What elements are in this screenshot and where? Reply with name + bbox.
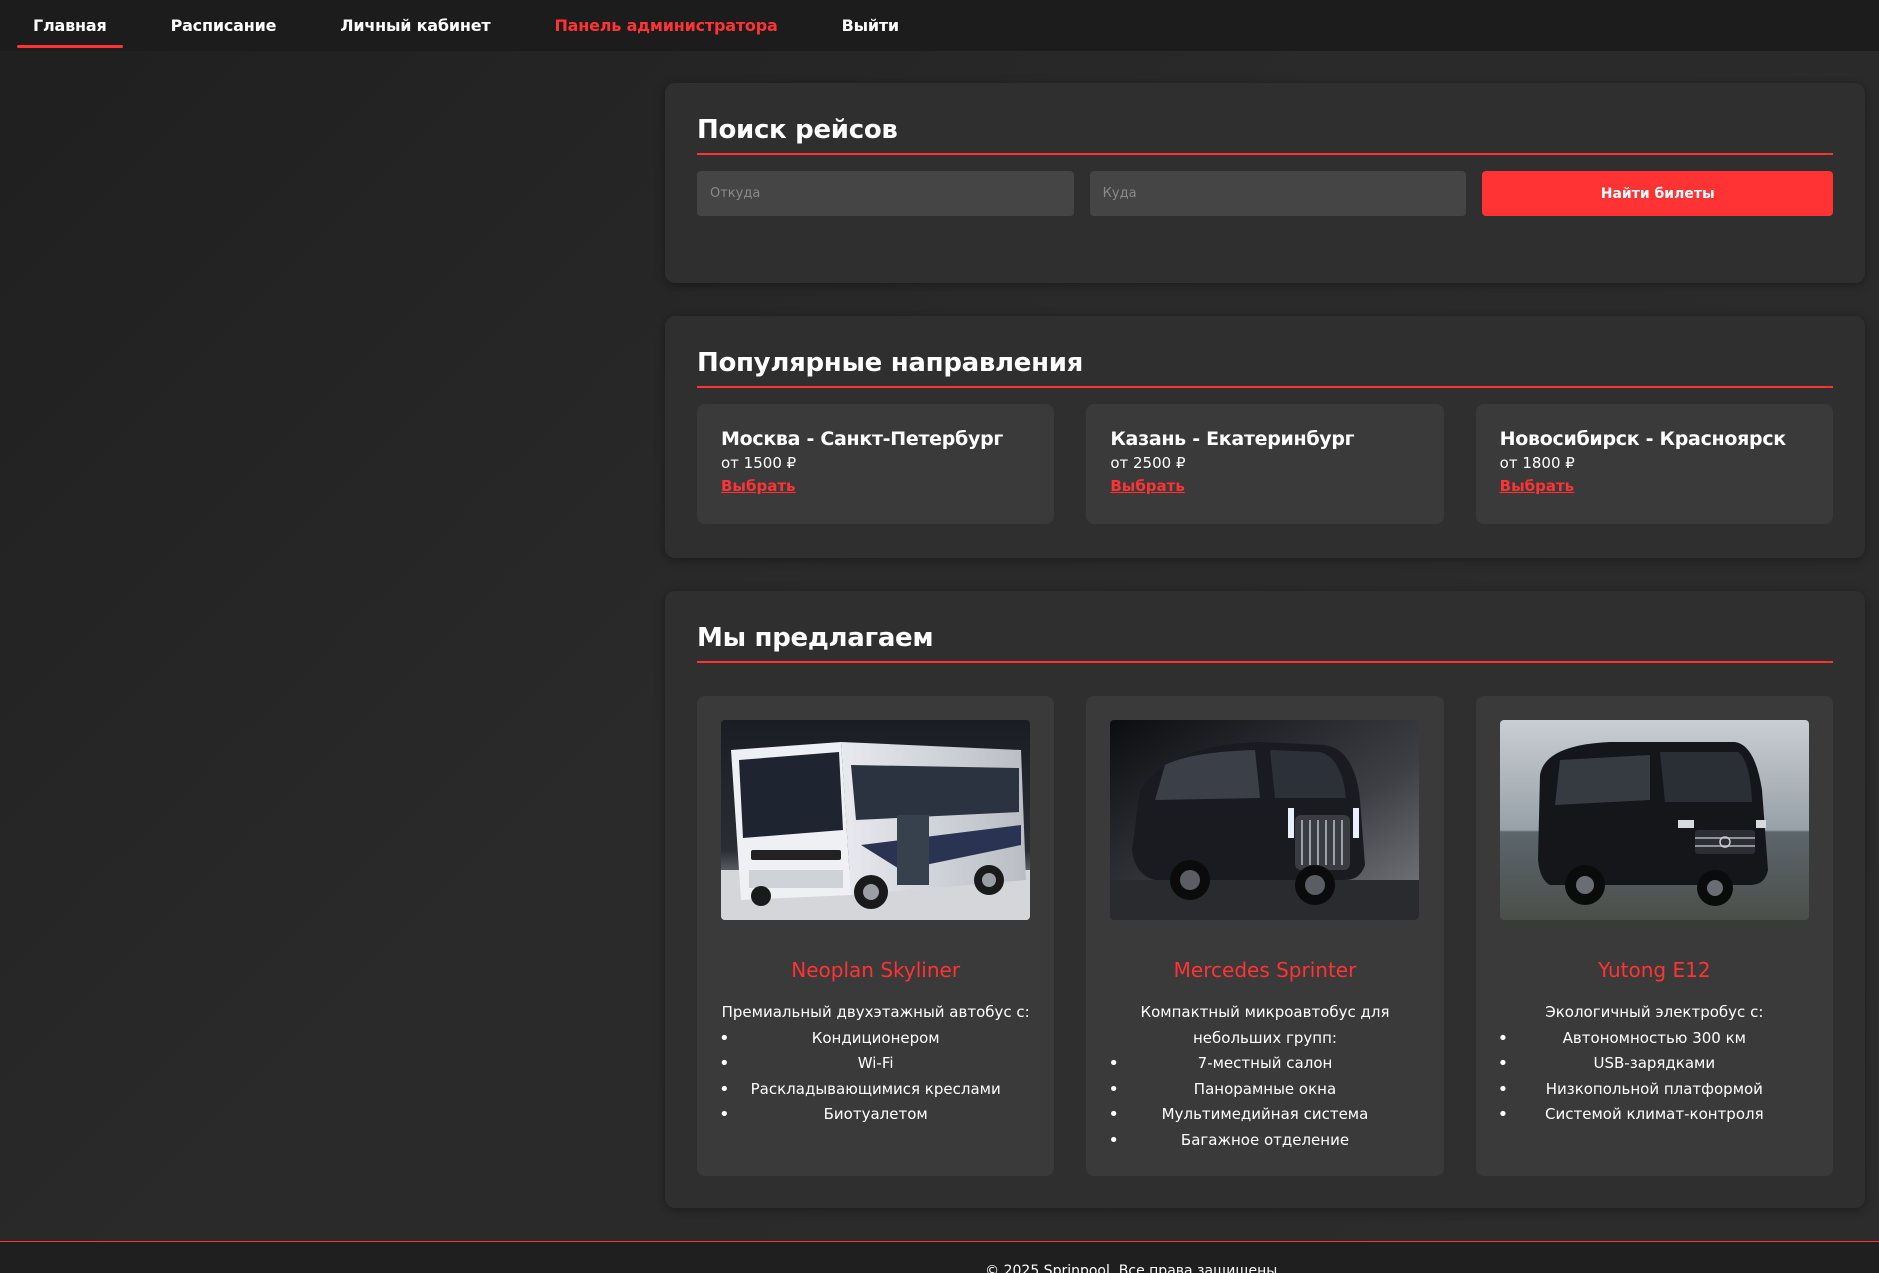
- nav-admin-panel[interactable]: Панель администратора: [538, 0, 793, 51]
- feature-item: Автономностью 300 км: [1498, 1026, 1809, 1052]
- route-select-link[interactable]: Выбрать: [1110, 477, 1185, 495]
- feature-item: Багажное отделение: [1108, 1128, 1419, 1154]
- route-card: Москва - Санкт-Петербург от 1500 ₽ Выбра…: [697, 404, 1055, 524]
- feature-item: Низкопольной платформой: [1498, 1077, 1809, 1103]
- feature-item: USB-зарядками: [1498, 1051, 1809, 1077]
- nav-account[interactable]: Личный кабинет: [324, 0, 506, 51]
- feature-item: Системой климат-контроля: [1498, 1102, 1809, 1128]
- from-input[interactable]: [697, 171, 1074, 216]
- route-price: от 1500 ₽: [721, 454, 797, 472]
- offer-name: Neoplan Skyliner: [791, 958, 961, 982]
- copyright-text: © 2025 Sprinpool. Все права защищены.: [985, 1263, 1282, 1273]
- offer-description: Экологичный электробус с:: [1545, 1003, 1764, 1021]
- offer-features: Автономностью 300 км USB-зарядками Низко…: [1498, 1026, 1809, 1128]
- feature-item: 7-местный салон: [1108, 1051, 1419, 1077]
- search-form: Найти билеты: [697, 171, 1834, 216]
- offer-features: Кондиционером Wi-Fi Раскладывающимися кр…: [719, 1026, 1030, 1128]
- offers-section: Мы предлагаем Neoplan Skyliner Премиальн…: [665, 591, 1865, 1208]
- minivan-image: [1110, 720, 1420, 920]
- van-image: [1499, 720, 1809, 920]
- find-tickets-button[interactable]: Найти билеты: [1482, 171, 1834, 216]
- nav-home[interactable]: Главная: [17, 0, 123, 51]
- offer-name: Yutong E12: [1598, 958, 1711, 982]
- nav-schedule[interactable]: Расписание: [155, 0, 293, 51]
- route-card: Казань - Екатеринбург от 2500 ₽ Выбрать: [1086, 404, 1444, 524]
- route-name: Казань - Екатеринбург: [1110, 428, 1355, 450]
- route-select-link[interactable]: Выбрать: [1500, 477, 1575, 495]
- popular-routes-section: Популярные направления Москва - Санкт-Пе…: [665, 316, 1865, 558]
- feature-item: Биотуалетом: [719, 1102, 1030, 1128]
- offer-card: Neoplan Skyliner Премиальный двухэтажный…: [697, 696, 1055, 1176]
- nav-logout[interactable]: Выйти: [826, 0, 915, 51]
- feature-item: Раскладывающимися креслами: [719, 1077, 1030, 1103]
- route-select-link[interactable]: Выбрать: [721, 477, 796, 495]
- route-card: Новосибирск - Красноярск от 1800 ₽ Выбра…: [1475, 404, 1833, 524]
- route-name: Новосибирск - Красноярск: [1499, 428, 1787, 450]
- offers-list: Neoplan Skyliner Премиальный двухэтажный…: [697, 696, 1833, 1176]
- footer: © 2025 Sprinpool. Все права защищены.: [0, 1241, 1879, 1273]
- offers-title: Мы предлагаем: [697, 623, 1833, 663]
- to-input[interactable]: [1089, 171, 1467, 216]
- routes-list: Москва - Санкт-Петербург от 1500 ₽ Выбра…: [697, 404, 1833, 524]
- route-name: Москва - Санкт-Петербург: [721, 428, 1004, 450]
- main-content: Поиск рейсов Найти билеты Популярные нап…: [665, 83, 1865, 1241]
- top-nav: Главная Расписание Личный кабинет Панель…: [0, 0, 1879, 51]
- offer-description: Компактный микроавтобус для небольших гр…: [1140, 1003, 1390, 1047]
- offer-features: 7-местный салон Панорамные окна Мультиме…: [1108, 1051, 1419, 1154]
- offer-name: Mercedes Sprinter: [1173, 958, 1357, 982]
- feature-item: Кондиционером: [719, 1026, 1030, 1052]
- search-section: Поиск рейсов Найти билеты: [665, 83, 1865, 283]
- feature-item: Панорамные окна: [1108, 1077, 1419, 1103]
- offer-description: Премиальный двухэтажный автобус с:: [721, 1003, 1030, 1021]
- offer-card: Yutong E12 Экологичный электробус с: Авт…: [1475, 696, 1833, 1176]
- routes-title: Популярные направления: [697, 348, 1833, 388]
- offer-card: Mercedes Sprinter Компактный микроавтобу…: [1086, 696, 1444, 1176]
- coach-bus-image: [721, 720, 1030, 920]
- feature-item: Мультимедийная система: [1108, 1102, 1419, 1128]
- search-title: Поиск рейсов: [697, 115, 1833, 155]
- route-price: от 1800 ₽: [1499, 454, 1575, 472]
- feature-item: Wi-Fi: [719, 1051, 1030, 1077]
- route-price: от 2500 ₽: [1110, 454, 1186, 472]
